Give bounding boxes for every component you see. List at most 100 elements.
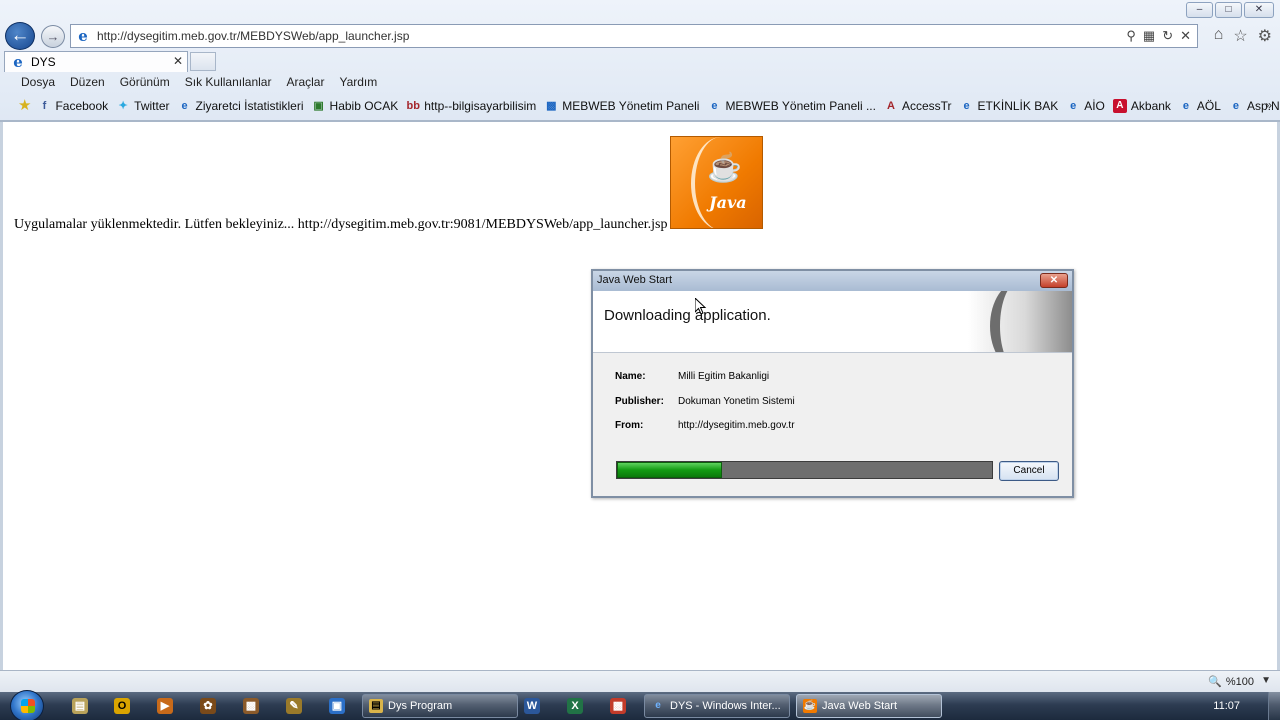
- menu-item-yardim[interactable]: Yardım: [339, 72, 377, 94]
- menu-item-dosya[interactable]: Dosya: [21, 72, 55, 94]
- facebook-icon: f: [42, 100, 47, 112]
- favorite-aol[interactable]: e AÖL: [1179, 99, 1221, 113]
- from-label: From:: [615, 420, 644, 431]
- minimize-button[interactable]: –: [1186, 2, 1213, 18]
- favorite-etkinlik-bak[interactable]: e ETKİNLİK BAK: [960, 99, 1058, 113]
- refresh-icon[interactable]: ↻: [1162, 28, 1173, 44]
- forward-button[interactable]: →: [41, 25, 65, 48]
- favorite-habib-ocak[interactable]: ▣ Habib OCAK: [312, 99, 398, 113]
- start-button[interactable]: [10, 690, 44, 720]
- dialog-heading: Downloading application.: [604, 307, 771, 324]
- loading-message: Uygulamalar yüklenmektedir. Lütfen bekle…: [14, 217, 668, 232]
- dialog-title: Java Web Start: [597, 274, 672, 286]
- close-icon[interactable]: ✕: [173, 54, 183, 68]
- cancel-button[interactable]: Cancel: [999, 461, 1059, 481]
- gear-icon[interactable]: ⚙: [1258, 26, 1272, 46]
- tool-icon[interactable]: ✎: [286, 698, 302, 714]
- menu-item-sik-kullanilanlar[interactable]: Sık Kullanılanlar: [185, 72, 272, 94]
- favorite-mebweb-2[interactable]: e MEBWEB Yönetim Paneli ...: [707, 99, 876, 113]
- ie-page-icon: e: [1070, 100, 1077, 112]
- publisher-value: Dokuman Yonetim Sistemi: [678, 395, 795, 407]
- pdf-icon[interactable]: ▩: [610, 698, 626, 714]
- zoom-control[interactable]: 🔍 %100: [1208, 675, 1254, 689]
- explorer-icon[interactable]: ▤: [72, 698, 88, 714]
- browser-chrome: – □ ✕ ← → e http://dysegitim.meb.gov.tr/…: [0, 0, 1280, 122]
- tab-dys[interactable]: e DYS ✕: [4, 51, 188, 72]
- ie-icon: e: [655, 700, 661, 711]
- address-bar[interactable]: e http://dysegitim.meb.gov.tr/MEBDYSWeb/…: [70, 24, 1198, 48]
- tab-row: e DYS ✕: [0, 50, 1280, 72]
- taskbar: ▤ O ▶ ✿ ▩ ✎ ▣ ▤ Dys Program W X ▩ e DYS …: [0, 690, 1280, 720]
- ie-page-icon: e: [1232, 100, 1239, 112]
- bb-icon: bb: [406, 100, 420, 112]
- java-logo-text: Java: [709, 193, 747, 212]
- taskbar-item-ie[interactable]: e DYS - Windows Inter...: [644, 694, 790, 718]
- download-progress-bar: [616, 461, 993, 479]
- zoom-dropdown-chevron-icon[interactable]: ▼: [1261, 675, 1271, 686]
- compat-view-icon[interactable]: ▦: [1143, 28, 1155, 44]
- twitter-icon: ✦: [118, 100, 128, 112]
- menu-item-gorunum[interactable]: Görünüm: [120, 72, 170, 94]
- favorite-ziyaretci[interactable]: e Ziyaretci İstatistikleri: [178, 99, 303, 113]
- zoom-level: %100: [1225, 675, 1254, 688]
- taskbar-item-java-web-start[interactable]: ☕ Java Web Start: [796, 694, 942, 718]
- menu-item-duzen[interactable]: Düzen: [70, 72, 105, 94]
- add-favorite-star-icon[interactable]: ★: [18, 98, 31, 114]
- show-desktop-button[interactable]: [1268, 692, 1280, 720]
- menu-bar: Dosya Düzen Görünüm Sık Kullanılanlar Ar…: [0, 72, 1280, 94]
- favorite-bilgisayarbilisim[interactable]: bb http--bilgisayarbilisim: [406, 99, 537, 113]
- network-icon[interactable]: ▣: [329, 698, 345, 714]
- banner-graphic: [968, 291, 1072, 352]
- close-window-button[interactable]: ✕: [1244, 2, 1274, 18]
- favorites-star-icon[interactable]: ☆: [1233, 26, 1247, 46]
- stop-icon[interactable]: ✕: [1180, 28, 1191, 44]
- favorite-aspnet[interactable]: eAsp.Net: [1229, 99, 1280, 113]
- name-label: Name:: [615, 371, 646, 382]
- zoom-icon: 🔍: [1208, 676, 1222, 688]
- excel-icon[interactable]: X: [567, 698, 583, 714]
- dialog-banner: Downloading application.: [593, 291, 1072, 353]
- search-icon[interactable]: ⚲: [1126, 28, 1136, 44]
- ie-page-icon: e: [711, 100, 718, 112]
- word-icon[interactable]: W: [524, 698, 540, 714]
- paint-icon[interactable]: ✿: [200, 698, 216, 714]
- java-logo: ☕ Java: [670, 136, 763, 229]
- browser-tool-icons: ⌂ ☆ ⚙: [1214, 26, 1272, 46]
- favorite-twitter[interactable]: ✦ Twitter: [116, 99, 170, 113]
- maximize-button[interactable]: □: [1215, 2, 1242, 18]
- access-icon: A: [886, 100, 895, 112]
- clock[interactable]: 11:07: [1213, 700, 1240, 712]
- dialog-close-button[interactable]: ✕: [1040, 273, 1068, 288]
- java-cup-icon: ☕: [707, 152, 742, 183]
- from-value: http://dysegitim.meb.gov.tr: [678, 420, 795, 431]
- java-swoosh: [691, 137, 751, 228]
- winrar-icon[interactable]: ▩: [243, 698, 259, 714]
- favorite-facebook[interactable]: f Facebook: [37, 99, 109, 113]
- ie-icon: e: [13, 53, 23, 71]
- dialog-title-bar[interactable]: Java Web Start ✕: [593, 271, 1072, 291]
- user-page-icon: ▣: [313, 100, 324, 112]
- window-controls: – □ ✕: [1186, 2, 1274, 18]
- java-web-start-dialog: Java Web Start ✕ Downloading application…: [591, 269, 1074, 498]
- java-icon: ☕: [803, 699, 817, 713]
- banner-curve: [990, 291, 1050, 352]
- address-text[interactable]: http://dysegitim.meb.gov.tr/MEBDYSWeb/ap…: [97, 29, 409, 43]
- menu-item-araclar[interactable]: Araçlar: [286, 72, 324, 94]
- name-value: Milli Egitim Bakanligi: [678, 371, 770, 382]
- progress-fill: [617, 462, 722, 478]
- taskbar-item-dys-program[interactable]: ▤ Dys Program: [362, 694, 518, 718]
- favorites-more-chevron-icon[interactable]: »: [1265, 98, 1272, 112]
- meb-icon: ▩: [546, 100, 557, 112]
- favorite-mebweb-1[interactable]: ▩ MEBWEB Yönetim Paneli: [544, 99, 699, 113]
- back-button[interactable]: ←: [5, 22, 35, 50]
- new-tab-button[interactable]: [190, 52, 216, 71]
- folder-icon: ▤: [369, 699, 383, 713]
- favorite-accesstr[interactable]: A AccessTr: [884, 99, 952, 113]
- media-player-icon[interactable]: ▶: [157, 698, 173, 714]
- favorite-aio[interactable]: e AİO: [1066, 99, 1105, 113]
- navigation-row: ← → e http://dysegitim.meb.gov.tr/MEBDYS…: [0, 22, 1280, 50]
- home-icon[interactable]: ⌂: [1214, 26, 1224, 46]
- address-tools: ⚲ ▦ ↻ ✕: [1126, 28, 1191, 44]
- outlook-icon[interactable]: O: [114, 698, 130, 714]
- favorite-akbank[interactable]: A Akbank: [1112, 99, 1171, 113]
